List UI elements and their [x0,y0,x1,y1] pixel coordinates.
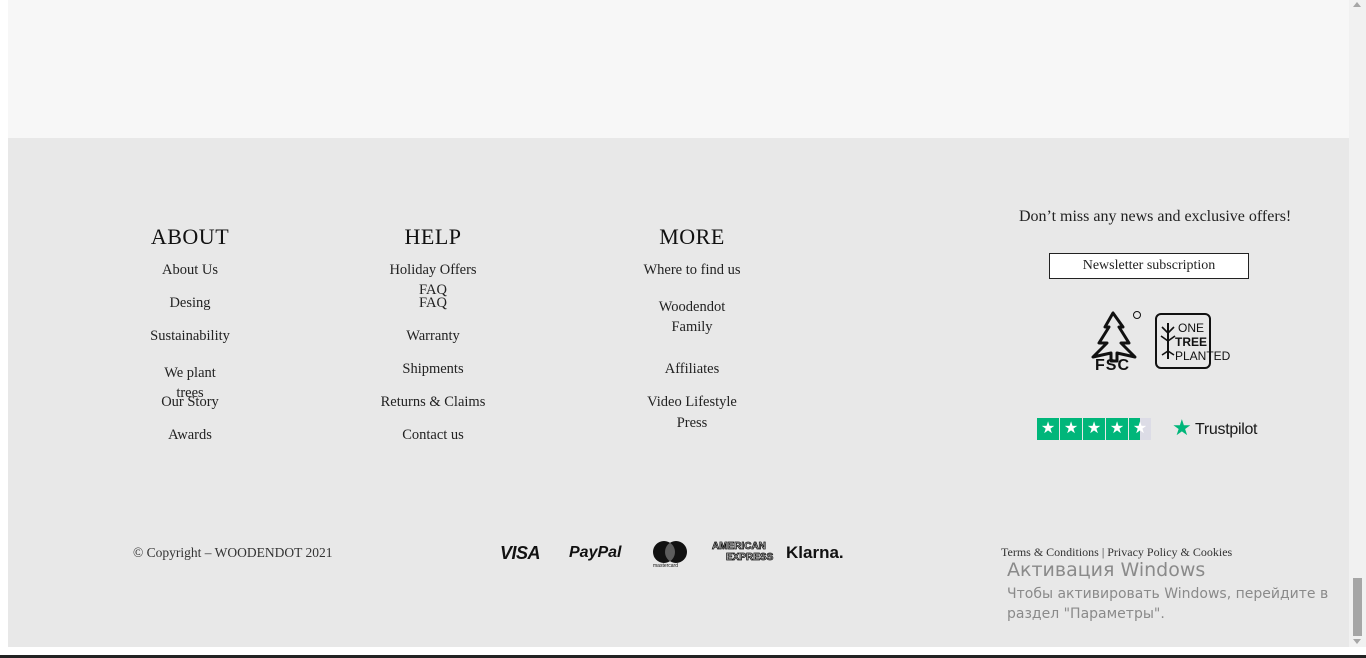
fsc-logo: FSC [1085,309,1143,374]
link-affiliates[interactable]: Affiliates [627,362,757,377]
link-desing[interactable]: Desing [130,296,250,311]
amex-line-1: AMERICAN [712,541,767,553]
fsc-label: FSC [1095,357,1130,374]
link-woodendot-family[interactable]: Woodendot Family [652,297,732,337]
legal-links: Terms & Conditions | Privacy Policy & Co… [1001,545,1232,560]
trustpilot-star-box: ★ [1106,418,1128,440]
amex-line-2: EXPRESS [726,552,774,564]
legal-separator: | [1101,545,1105,559]
page: ABOUT About Us Desing Sustainability We … [8,0,1349,647]
copyright-text: © Copyright – WOODENDOT 2021 [133,545,333,560]
link-our-story[interactable]: Our Story [130,395,250,410]
windows-activation-line-2: раздел "Параметры". [1007,606,1165,622]
link-where-to-find-us[interactable]: Where to find us [627,263,757,278]
link-press-visible[interactable]: Press [627,416,757,431]
trustpilot-star-box: ★ [1129,418,1151,440]
scroll-down-arrow-icon[interactable] [1353,639,1361,644]
terms-link[interactable]: Terms & Conditions [1001,545,1099,559]
scrollbar[interactable] [1349,0,1366,647]
column-title-more: MORE [659,224,725,249]
scrollbar-thumb[interactable] [1353,578,1362,636]
newsletter-text: Don’t miss any news and exclusive offers… [1019,208,1292,225]
column-title-help: HELP [404,224,462,249]
scroll-up-arrow-icon[interactable] [1353,2,1361,7]
one-tree-line-1: ONE [1177,321,1204,335]
tree-icon [1160,323,1176,359]
privacy-link[interactable]: Privacy Policy & Cookies [1107,545,1232,559]
trustpilot-star-box: ★ [1060,418,1082,440]
column-title-about: ABOUT [150,224,230,249]
link-shipments[interactable]: Shipments [363,362,503,377]
trustpilot-label: Trustpilot [1195,421,1258,438]
footer: ABOUT About Us Desing Sustainability We … [8,138,1349,647]
visa-logo: VISA [500,543,541,563]
link-contact-us[interactable]: Contact us [363,428,503,443]
mastercard-label: mastercard [653,563,679,569]
footer-column-more: MORE Where to find us Woodendot Family P… [627,224,757,454]
mastercard-circles-icon [653,541,687,563]
content-area-blank [8,0,1349,138]
link-sustainability[interactable]: Sustainability [130,329,250,344]
one-tree-line-3: PLANTED [1175,349,1231,363]
link-awards[interactable]: Awards [130,428,250,443]
amex-logo: AMERICAN EXPRESS [712,541,776,564]
trustpilot-star-box: ★ [1037,418,1059,440]
mastercard-logo: mastercard [652,540,688,570]
windows-activation-title: Активация Windows [1007,559,1206,581]
link-warranty[interactable]: Warranty [363,329,503,344]
trustpilot-stars: ★ ★ ★ ★ ★ [1037,418,1157,442]
link-faq-2[interactable]: FAQ [363,296,503,311]
link-returns-claims[interactable]: Returns & Claims [363,395,503,410]
klarna-logo: Klarna. [786,543,844,562]
paypal-logo: PayPal [569,544,622,561]
one-tree-planted-logo: ONE TREE PLANTED [1155,313,1231,369]
trustpilot-widget[interactable]: ★ ★ ★ ★ ★ ★ Trustpilot [1037,415,1258,442]
link-about-us[interactable]: About Us [130,263,250,278]
newsletter-subscription-button[interactable]: Newsletter subscription [1049,253,1249,279]
link-holiday-offers[interactable]: Holiday Offers [363,263,503,278]
one-tree-line-2: TREE [1175,335,1208,349]
footer-column-about: ABOUT About Us Desing Sustainability We … [130,224,250,454]
windows-activation-line-1: Чтобы активировать Windows, перейдите в [1007,586,1329,602]
trustpilot-star-box: ★ [1083,418,1105,440]
footer-column-help: HELP Holiday Offers FAQ FAQ Warranty Shi… [363,224,503,454]
trustpilot-star-icon: ★ [1172,415,1192,440]
link-video-lifestyle[interactable]: Video Lifestyle [627,395,757,410]
